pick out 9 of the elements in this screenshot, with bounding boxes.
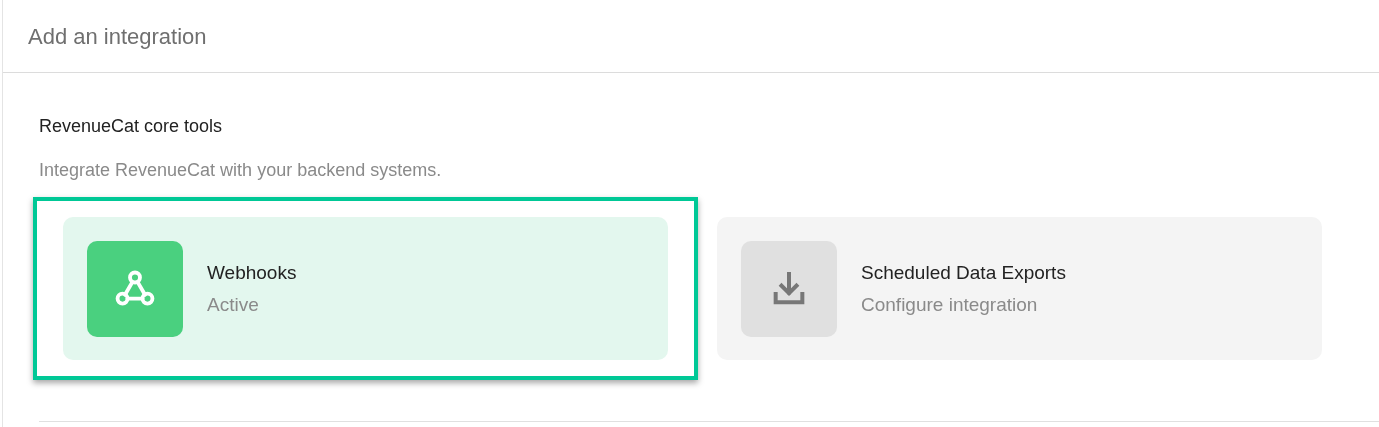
integration-name: Scheduled Data Exports: [861, 260, 1066, 285]
integration-card[interactable]: Webhooks Active: [63, 217, 668, 360]
integration-name: Webhooks: [207, 260, 297, 285]
section-description: Integrate RevenueCat with your backend systems.: [39, 159, 443, 182]
section-title: RevenueCat core tools: [39, 115, 224, 138]
integration-status: Active: [207, 292, 260, 317]
integration-card[interactable]: Scheduled Data Exports Configure integration: [717, 217, 1322, 360]
integration-status: Configure integration: [861, 292, 1039, 317]
page-title: Add an integration: [28, 22, 207, 51]
